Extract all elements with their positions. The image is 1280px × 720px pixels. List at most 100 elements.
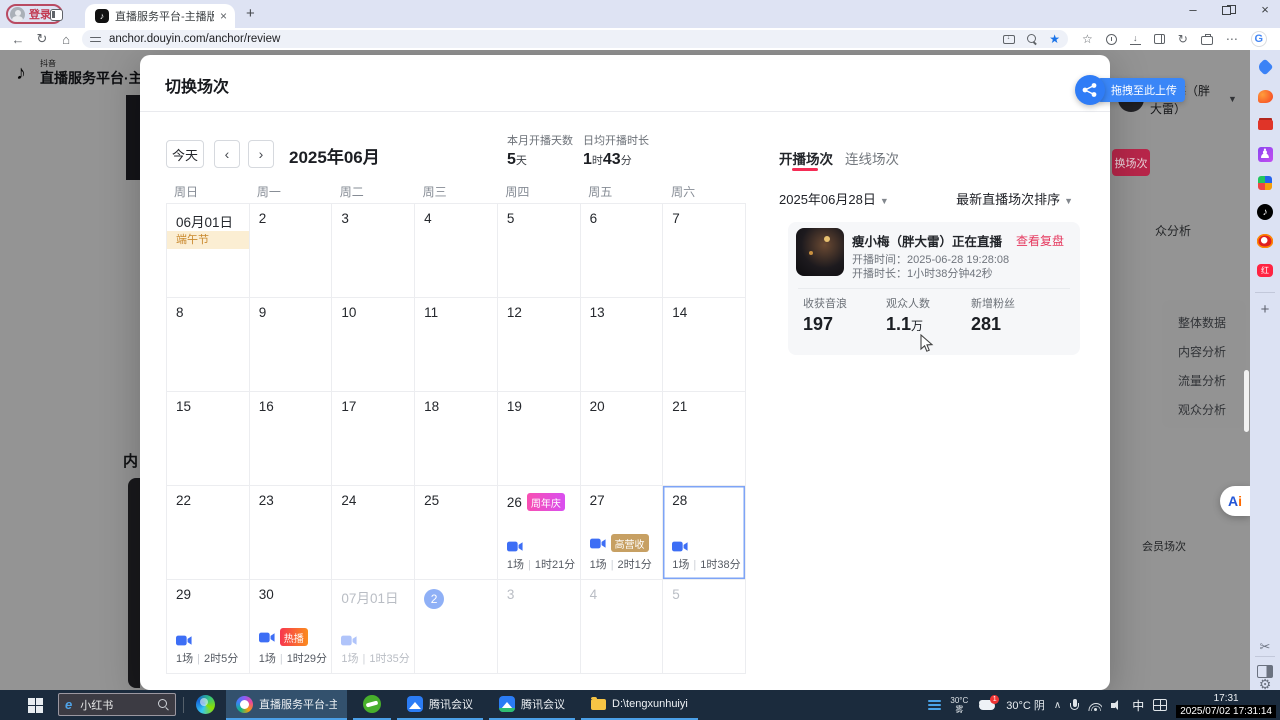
tray-expand-icon[interactable]: ∧ [1054,700,1061,711]
volume-icon[interactable] [1111,700,1123,711]
calendar-cell[interactable]: 22 [167,486,250,580]
calendar-cell[interactable]: 17 [332,392,415,486]
calendar-cell[interactable]: 3 [498,580,581,674]
drag-upload-hint[interactable]: 拖拽至此上传 [1075,75,1185,105]
weibo-icon[interactable] [1256,232,1274,250]
calendar-cell[interactable]: 18 [415,392,498,486]
taskbar-task[interactable]: D:\tengxunhuiyi [581,690,698,720]
calendar-cell[interactable]: 13 [581,298,664,392]
session-card[interactable]: 瘦小梅（胖大雷）正在直播 查看复盘 开播时间：2025-06-28 19:28:… [788,222,1080,355]
address-bar[interactable]: anchor.douyin.com/anchor/review ★ [82,30,1068,48]
calendar-cell[interactable]: 27高营收1场|2时1分 [581,486,664,580]
calendar-cell[interactable]: 26周年庆1场|1时21分 [498,486,581,580]
more-menu-icon[interactable]: ⋯ [1226,32,1238,46]
add-extension-icon[interactable]: + [1256,300,1274,318]
calendar-cell[interactable]: 4 [581,580,664,674]
monitor-widget-icon[interactable] [928,700,941,710]
calendar-cell[interactable]: 7 [663,204,746,298]
calendar-cell[interactable]: 2 [250,204,333,298]
downloads-icon[interactable]: ↓ [1130,34,1141,45]
restore-button[interactable] [1222,5,1236,15]
taskbar-task[interactable]: 腾讯会议 [397,690,483,720]
new-tab-button[interactable]: + [246,5,255,22]
view-replay-link[interactable]: 查看复盘 [1016,232,1064,249]
tag-icon[interactable] [1256,58,1274,76]
history-clock-icon[interactable] [1106,34,1117,45]
minimize-button[interactable]: – [1186,2,1200,17]
tab-search-icon[interactable] [50,9,63,21]
xhs-icon[interactable] [1256,261,1274,279]
chess-icon[interactable] [1256,145,1274,163]
page-scrollbar[interactable] [1244,370,1249,432]
douyin-icon[interactable] [1256,203,1274,221]
calendar-cell[interactable]: 12 [498,298,581,392]
tab-close-icon[interactable]: × [220,9,227,23]
calendar-cell[interactable]: 15 [167,392,250,486]
calendar-cell[interactable]: 10 [332,298,415,392]
start-menu-button[interactable] [28,698,43,713]
apps-icon[interactable] [1256,174,1274,192]
next-month-button[interactable]: › [248,140,274,168]
calendar-cell[interactable]: 6 [581,204,664,298]
date-filter-dropdown[interactable]: 2025年06月28日▼ [779,189,889,208]
zoom-icon[interactable] [1027,34,1037,44]
prev-month-button[interactable]: ‹ [214,140,240,168]
calendar-cell[interactable]: 16 [250,392,333,486]
ai-assistant-button[interactable]: Ai [1220,486,1250,516]
calendar-cell[interactable]: 07月01日1场|1时35分 [332,580,415,674]
tab-link-sessions[interactable]: 连线场次 [845,148,899,168]
calendar-cell[interactable]: 281场|1时38分 [663,486,746,580]
bookmark-filled-icon[interactable]: ★ [1049,32,1060,46]
today-button[interactable]: 今天 [166,140,204,168]
refresh-history-icon[interactable]: ↻ [1178,32,1188,46]
calendar-cell[interactable]: 14 [663,298,746,392]
calendar-cell[interactable]: 2 [415,580,498,674]
calendar-cell[interactable]: 11 [415,298,498,392]
back-icon[interactable]: ← [6,32,30,47]
close-button[interactable]: × [1258,2,1272,17]
ime-indicator[interactable]: 中 [1132,697,1144,714]
calendar-cell[interactable]: 25 [415,486,498,580]
workspace-icon[interactable] [1201,36,1213,45]
taskbar-clock[interactable]: 17:31 2025/07/02 17:31:14 [1176,693,1276,718]
home-icon[interactable]: ⌂ [54,32,78,47]
send-to-device-icon[interactable] [1003,35,1015,44]
toolbox-icon[interactable] [1256,116,1274,134]
tab-live-sessions[interactable]: 开播场次 [779,148,833,168]
calendar-cell[interactable]: 5 [663,580,746,674]
taskbar-task[interactable]: 腾讯会议 [489,690,575,720]
microphone-icon[interactable] [1070,699,1079,712]
browser-tab[interactable]: ♪ 直播服务平台-主播版 × [85,4,235,28]
google-account-avatar[interactable]: G [1251,31,1267,47]
cut-icon[interactable]: ✂ [1256,638,1274,656]
keyboard-layout-icon[interactable] [1153,699,1167,711]
calendar-cell[interactable]: 20 [581,392,664,486]
calendar-cell[interactable]: 9 [250,298,333,392]
weather-cloud-icon[interactable]: 1 [977,699,997,711]
calendar-cell[interactable]: 24 [332,486,415,580]
wifi-icon[interactable] [1088,700,1102,711]
temperature-widget[interactable]: 30°C雾 [950,696,968,714]
weather-text[interactable]: 30°C 阴 [1006,697,1045,713]
taskbar-search-box[interactable]: e 小红书 [58,693,176,716]
calendar-cell[interactable]: 19 [498,392,581,486]
calendar-cell[interactable]: 5 [498,204,581,298]
favorites-icon[interactable]: ☆ [1082,32,1093,46]
site-settings-icon[interactable] [90,35,101,44]
calendar-cell[interactable]: 21 [663,392,746,486]
clip-icon[interactable] [1256,87,1274,105]
calendar-cell[interactable]: 06月01日端午节 [167,204,250,298]
calendar-cell[interactable]: 3 [332,204,415,298]
reload-icon[interactable]: ↻ [30,31,54,47]
calendar-cell[interactable]: 30热播1场|1时29分 [250,580,333,674]
calendar-cell[interactable]: 8 [167,298,250,392]
calendar-cell[interactable]: 4 [415,204,498,298]
calendar-cell[interactable]: 291场|2时5分 [167,580,250,674]
sort-filter-dropdown[interactable]: 最新直播场次排序▼ [956,189,1073,208]
taskbar-task[interactable]: 直播服务平台-主播... [226,690,347,720]
reading-list-icon[interactable] [1154,34,1165,44]
edge-browser-icon[interactable] [196,695,215,714]
calendar-cell[interactable]: 23 [250,486,333,580]
taskbar-task[interactable] [353,690,391,720]
camera-icon [590,538,606,549]
